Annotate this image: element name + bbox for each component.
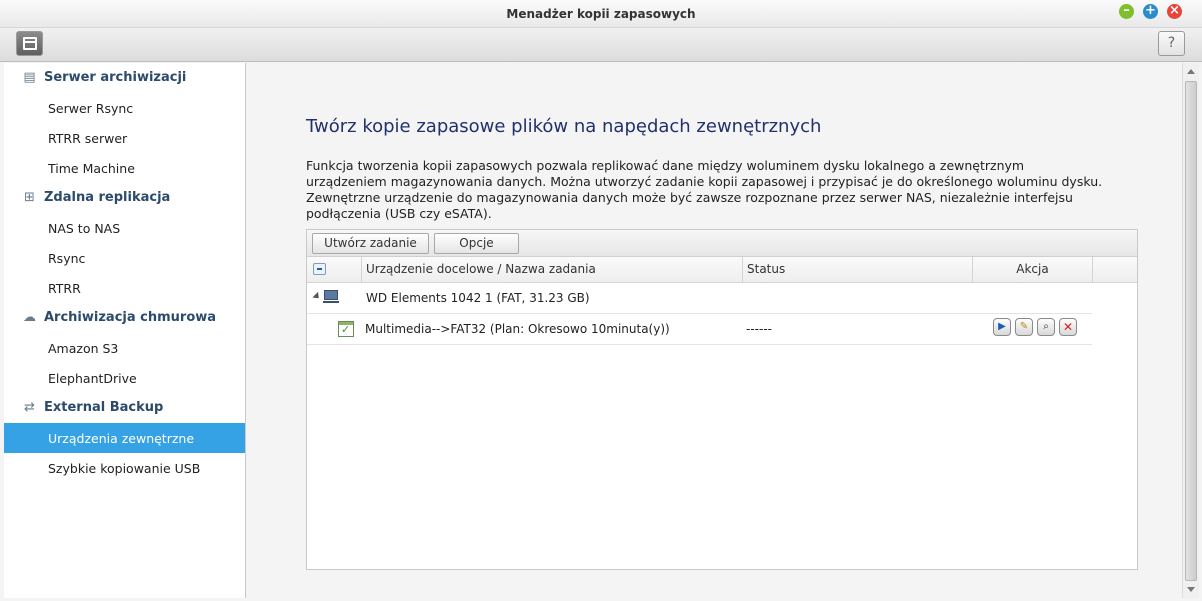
close-button[interactable]: × (1167, 4, 1182, 19)
sync-icon: ⇄ (24, 400, 35, 415)
sidebar-item-label: Serwer Rsync (48, 101, 134, 116)
sidebar-section-label: Zdalna replikacja (44, 190, 171, 205)
expand-toggle-icon[interactable] (312, 291, 322, 302)
sidebar-section-label: Archiwizacja chmurowa (44, 310, 217, 325)
sidebar-item-usb-quick-copy[interactable]: Szybkie kopiowanie USB (4, 453, 245, 483)
sidebar-section-cloud: ☁ Archiwizacja chmurowa (4, 303, 246, 333)
sidebar-item-external-devices[interactable]: Urządzenia zewnętrzne (4, 423, 245, 453)
create-task-button[interactable]: Utwórz zadanie (312, 233, 429, 254)
column-header-action: Akcja (973, 257, 1093, 282)
sidebar-section-label: External Backup (44, 400, 164, 415)
sidebar-item-rtrr[interactable]: RTRR (4, 273, 245, 303)
minimize-button[interactable]: – (1119, 4, 1134, 19)
sidebar-item-label: Urządzenia zewnętrzne (48, 431, 195, 446)
help-button[interactable]: ? (1158, 31, 1185, 56)
device-row[interactable]: WD Elements 1042 1 (FAT, 31.23 GB) (307, 283, 1092, 314)
replication-icon: ⊞ (24, 190, 35, 205)
sidebar-item-rsync-server[interactable]: Serwer Rsync (4, 93, 245, 123)
select-all-cell (307, 257, 362, 282)
sidebar-item-nas-to-nas[interactable]: NAS to NAS (4, 213, 245, 243)
main-panel: Twórz kopie zapasowe plików na napędach … (247, 63, 1181, 598)
menu-toggle-button[interactable] (16, 31, 43, 56)
scroll-down-icon[interactable] (1187, 587, 1195, 592)
sidebar-item-elephantdrive[interactable]: ElephantDrive (4, 363, 245, 393)
server-icon: ▤ (23, 70, 36, 85)
maximize-button[interactable]: + (1143, 4, 1158, 19)
device-name: WD Elements 1042 1 (FAT, 31.23 GB) (366, 291, 590, 305)
sidebar-item-label: Rsync (48, 251, 86, 266)
page-title: Twórz kopie zapasowe plików na napędach … (306, 116, 822, 137)
column-header-device[interactable]: Urządzenie docelowe / Nazwa zadania (362, 257, 743, 282)
sidebar-section-label: Serwer archiwizacji (44, 70, 187, 85)
cloud-icon: ☁ (23, 310, 36, 325)
view-log-icon[interactable]: ⌕ (1037, 318, 1055, 336)
sidebar-item-time-machine[interactable]: Time Machine (4, 153, 245, 183)
sidebar-item-label: RTRR (48, 281, 81, 296)
panel-icon (23, 37, 37, 50)
title-bar: Menadżer kopii zapasowych – + × (0, 0, 1202, 28)
run-icon[interactable]: ▶ (993, 318, 1011, 336)
toolbar: ? (0, 28, 1202, 62)
delete-icon[interactable]: ✕ (1059, 318, 1077, 336)
sidebar-item-rsync[interactable]: Rsync (4, 243, 245, 273)
sidebar-item-label: Time Machine (48, 161, 135, 176)
sidebar-item-label: RTRR serwer (48, 131, 128, 146)
collapse-all-checkbox[interactable] (313, 263, 326, 275)
column-header-status[interactable]: Status (743, 257, 973, 282)
backup-manager-window: Menadżer kopii zapasowych – + × ? ▤ Serw… (0, 0, 1202, 601)
scroll-up-icon[interactable] (1187, 69, 1195, 74)
sidebar-item-amazon-s3[interactable]: Amazon S3 (4, 333, 245, 363)
backup-job-grid: Utwórz zadanie Opcje Urządzenie docelowe… (306, 229, 1138, 570)
sidebar-item-label: Amazon S3 (48, 341, 119, 356)
sidebar-section-external-backup: ⇄ External Backup (4, 393, 246, 423)
task-status: ------ (746, 322, 772, 336)
sidebar-item-rtrr-server[interactable]: RTRR serwer (4, 123, 245, 153)
sidebar-section-server: ▤ Serwer archiwizacji (4, 63, 246, 93)
sidebar-item-label: ElephantDrive (48, 371, 137, 386)
sidebar: ▤ Serwer archiwizacji Serwer Rsync RTRR … (4, 63, 246, 598)
grid-header: Urządzenie docelowe / Nazwa zadania Stat… (307, 257, 1137, 283)
vertical-scrollbar[interactable] (1182, 63, 1199, 598)
task-name: Multimedia-->FAT32 (Plan: Okresowo 10min… (365, 322, 670, 336)
page-description: Funkcja tworzenia kopii zapasowych pozwa… (306, 158, 1103, 221)
edit-icon[interactable]: ✎ (1015, 318, 1033, 336)
sidebar-item-label: Szybkie kopiowanie USB (48, 461, 201, 476)
options-button[interactable]: Opcje (434, 233, 519, 254)
task-ok-icon: ✓ (338, 321, 354, 337)
grid-toolbar: Utwórz zadanie Opcje (307, 230, 1137, 257)
sidebar-item-label: NAS to NAS (48, 221, 121, 236)
window-title: Menadżer kopii zapasowych (506, 7, 696, 21)
computer-icon (323, 290, 339, 303)
task-row[interactable]: ✓ Multimedia-->FAT32 (Plan: Okresowo 10m… (307, 314, 1092, 345)
scrollbar-thumb[interactable] (1185, 81, 1197, 581)
sidebar-section-replication: ⊞ Zdalna replikacja (4, 183, 246, 213)
